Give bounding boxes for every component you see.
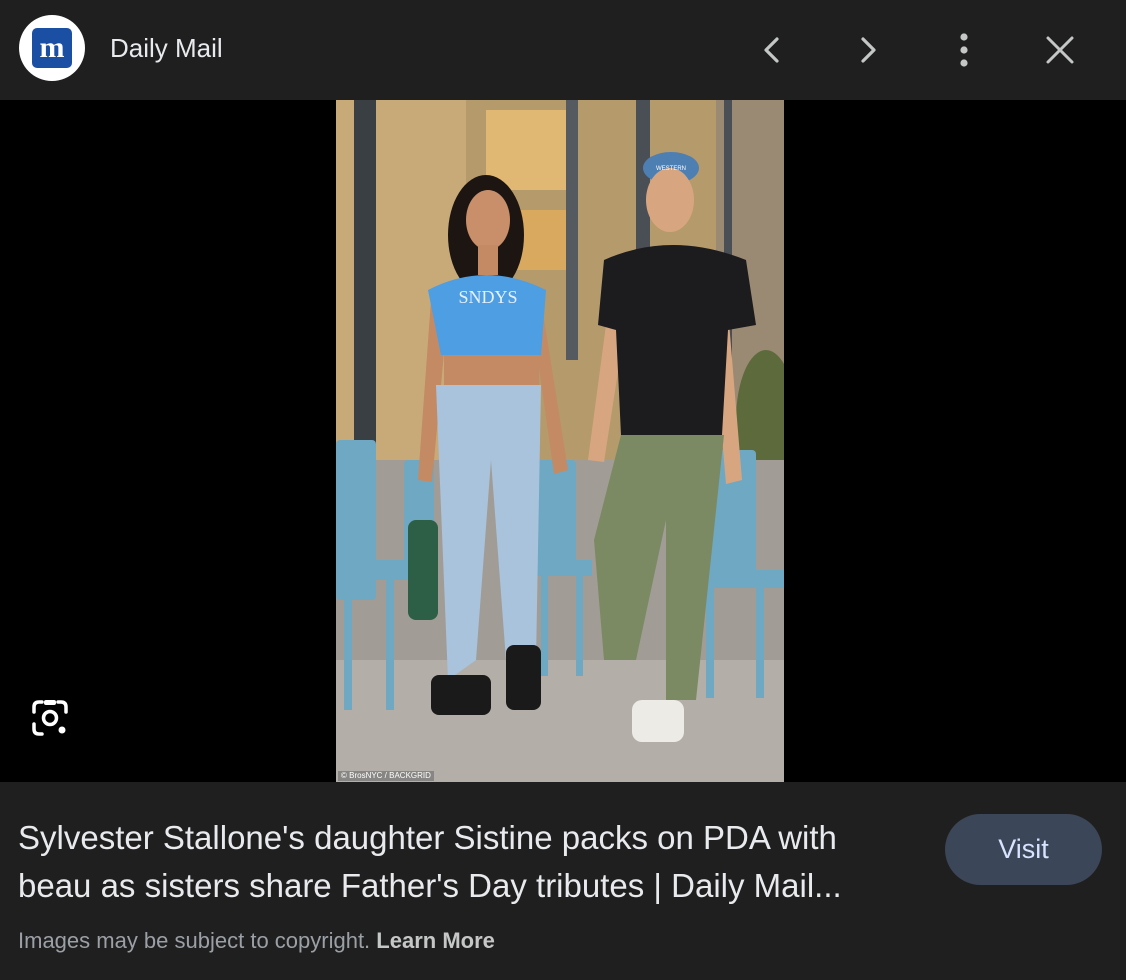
preview-image[interactable]: SNDYS WESTERN © BrosNYC / BACKGRID [336, 100, 784, 782]
daily-mail-logo[interactable]: m [19, 15, 85, 81]
chevron-left-icon [764, 37, 779, 63]
close-icon [1046, 36, 1074, 64]
shirt-text: SNDYS [458, 287, 517, 307]
chevron-right-icon [861, 37, 876, 63]
top-bar: m Daily Mail [0, 0, 1126, 100]
result-title[interactable]: Sylvester Stallone's daughter Sistine pa… [18, 814, 918, 910]
visit-button[interactable]: Visit [945, 814, 1102, 885]
more-vert-icon [960, 33, 968, 67]
cap-text: WESTERN [656, 166, 686, 172]
previous-button[interactable] [746, 24, 798, 76]
image-viewer: SNDYS WESTERN © BrosNYC / BACKGRID [0, 100, 1126, 782]
google-lens-icon [32, 700, 68, 736]
logo-letter: m [32, 28, 72, 68]
copyright-notice: Images may be subject to copyright. Lear… [18, 926, 495, 956]
google-lens-button[interactable] [26, 694, 74, 742]
copyright-text: Images may be subject to copyright. [18, 928, 371, 953]
more-options-button[interactable] [938, 24, 990, 76]
learn-more-link[interactable]: Learn More [376, 928, 495, 953]
close-button[interactable] [1034, 24, 1086, 76]
site-name[interactable]: Daily Mail [110, 30, 223, 66]
result-info: Sylvester Stallone's daughter Sistine pa… [0, 782, 1126, 980]
next-button[interactable] [842, 24, 894, 76]
photo-illustration: SNDYS WESTERN [336, 100, 784, 782]
photo-credit: © BrosNYC / BACKGRID [338, 771, 434, 781]
